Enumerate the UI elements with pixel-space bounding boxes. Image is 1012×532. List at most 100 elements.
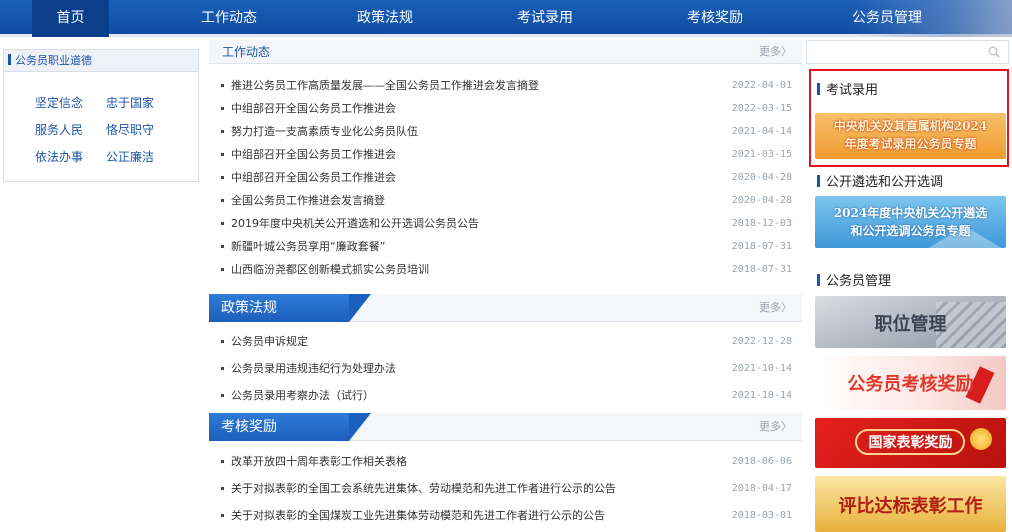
banner-text: 2024年度中央机关公开遴选 <box>833 206 988 220</box>
ethics-link[interactable]: 依法办事 <box>35 148 83 165</box>
policy-more-link[interactable]: 更多〉 <box>759 294 792 322</box>
bullet-icon <box>221 487 224 490</box>
ethics-link[interactable]: 恪尽职守 <box>106 121 154 138</box>
manage-section-label: 公务员管理 <box>826 274 892 289</box>
news-date: 2018-03-01 <box>731 510 792 521</box>
list-item[interactable]: 中组部召开全国公务员工作推进会 2021-03-15 <box>209 144 802 165</box>
news-title[interactable]: 关于对拟表彰的全国工会系统先进集体、劳动模范和先进工作者进行公示的公告 <box>231 478 616 499</box>
bullet-icon <box>221 199 224 202</box>
news-date: 2021-04-14 <box>731 126 792 137</box>
title-bar-marker <box>817 83 820 95</box>
exam-section-label: 考试录用 <box>826 83 879 98</box>
ethics-panel: 公务员职业道德 坚定信念 忠于国家 服务人民 恪尽职守 依法办事 公正廉洁 <box>3 49 199 182</box>
news-title[interactable]: 2019年度中央机关公开遴选和公开选调公务员公告 <box>231 213 479 234</box>
list-item[interactable]: 推进公务员工作高质量发展——全国公务员工作推进会发言摘登 2022-04-01 <box>209 75 802 96</box>
national-commendation-banner[interactable]: 国家表彰奖励 <box>815 418 1006 468</box>
bullet-icon <box>221 460 224 463</box>
banner-text: 公务员考核奖励 <box>847 374 974 395</box>
news-date: 2021-10-14 <box>731 363 792 374</box>
work-news-more-link[interactable]: 更多〉 <box>759 40 792 64</box>
banner-text: 职位管理 <box>874 314 947 335</box>
news-date: 2018-04-17 <box>731 483 792 494</box>
banner-text: 评比达标表彰工作 <box>838 496 983 517</box>
news-date: 2018-07-31 <box>731 264 792 275</box>
nav-item-home[interactable]: 首页 <box>32 0 109 37</box>
news-title[interactable]: 新疆叶城公务员享用“廉政套餐” <box>231 236 385 257</box>
news-title[interactable]: 公务员录用违规违纪行为处理办法 <box>231 358 396 379</box>
list-item[interactable]: 关于对拟表彰的全国煤炭工业先进集体劳动模范和先进工作者进行公示的公告 2018-0… <box>209 505 802 526</box>
nav-item-management[interactable]: 公务员管理 <box>832 0 942 37</box>
ethics-panel-header: 公务员职业道德 <box>4 50 198 72</box>
ethics-link[interactable]: 坚定信念 <box>35 94 83 111</box>
list-item[interactable]: 公务员录用考察办法（试行） 2021-10-14 <box>209 385 802 406</box>
nav-item-exam[interactable]: 考试录用 <box>500 0 590 37</box>
list-item[interactable]: 新疆叶城公务员享用“廉政套餐” 2018-07-31 <box>209 236 802 257</box>
bullet-icon <box>221 222 224 225</box>
news-title[interactable]: 中组部召开全国公务员工作推进会 <box>231 167 396 188</box>
title-bar-marker <box>817 175 820 187</box>
news-date: 2020-04-28 <box>731 172 792 183</box>
news-date: 2020-04-28 <box>731 195 792 206</box>
bullet-icon <box>221 153 224 156</box>
nav-item-work-news[interactable]: 工作动态 <box>184 0 274 37</box>
bullet-icon <box>221 268 224 271</box>
news-title[interactable]: 改革开放四十周年表彰工作相关表格 <box>231 451 407 472</box>
news-date: 2018-06-06 <box>731 456 792 467</box>
list-item[interactable]: 关于对拟表彰的全国工会系统先进集体、劳动模范和先进工作者进行公示的公告 2018-… <box>209 478 802 499</box>
list-item[interactable]: 2019年度中央机关公开遴选和公开选调公务员公告 2018-12-03 <box>209 213 802 234</box>
news-title[interactable]: 全国公务员工作推进会发言摘登 <box>231 190 385 211</box>
news-title[interactable]: 努力打造一支高素质专业化公务员队伍 <box>231 121 418 142</box>
news-title[interactable]: 中组部召开全国公务员工作推进会 <box>231 144 396 165</box>
news-title[interactable]: 山西临汾尧都区创新模式抓实公务员培训 <box>231 259 429 280</box>
list-item[interactable]: 公务员录用违规违纪行为处理办法 2021-10-14 <box>209 358 802 379</box>
select-section-label: 公开遴选和公开选调 <box>826 175 944 190</box>
news-date: 2022-03-15 <box>731 103 792 114</box>
ethics-link[interactable]: 公正廉洁 <box>106 148 154 165</box>
top-nav: 首页 工作动态 政策法规 考试录用 考核奖励 公务员管理 <box>0 0 1012 37</box>
list-item[interactable]: 改革开放四十周年表彰工作相关表格 2018-06-06 <box>209 451 802 472</box>
ethics-panel-title: 公务员职业道德 <box>15 54 92 67</box>
tab-slope-decoration <box>349 294 371 322</box>
list-item[interactable]: 中组部召开全国公务员工作推进会 2020-04-28 <box>209 167 802 188</box>
bullet-icon <box>221 84 224 87</box>
exam-2024-banner[interactable]: 中央机关及其直属机构2024 年度考试录用公务员专题 <box>815 113 1006 159</box>
news-title[interactable]: 关于对拟表彰的全国煤炭工业先进集体劳动模范和先进工作者进行公示的公告 <box>231 505 605 526</box>
list-item[interactable]: 山西临汾尧都区创新模式抓实公务员培训 2018-07-31 <box>209 259 802 280</box>
select-section-title: 公开遴选和公开选调 <box>817 171 943 190</box>
list-item[interactable]: 公务员申诉规定 2022-12-28 <box>209 331 802 352</box>
news-date: 2018-07-31 <box>731 241 792 252</box>
banner-text: 中央机关及其直属机构2024 <box>833 119 988 133</box>
work-news-header: 工作动态 更多〉 <box>209 40 802 64</box>
exam-section-title: 考试录用 <box>817 79 878 98</box>
rewards-more-link[interactable]: 更多〉 <box>759 413 792 441</box>
list-item[interactable]: 中组部召开全国公务员工作推进会 2022-03-15 <box>209 98 802 119</box>
news-date: 2021-03-15 <box>731 149 792 160</box>
news-title[interactable]: 公务员申诉规定 <box>231 331 308 352</box>
ethics-link[interactable]: 忠于国家 <box>106 94 154 111</box>
evaluation-commendation-banner[interactable]: 评比达标表彰工作 <box>815 476 1006 532</box>
nav-item-rewards[interactable]: 考核奖励 <box>670 0 760 37</box>
position-management-banner[interactable]: 职位管理 <box>815 296 1006 348</box>
bullet-icon <box>221 340 224 343</box>
manage-section-title: 公务员管理 <box>817 270 891 289</box>
bullet-icon <box>221 130 224 133</box>
list-item[interactable]: 全国公务员工作推进会发言摘登 2020-04-28 <box>209 190 802 211</box>
news-title[interactable]: 公务员录用考察办法（试行） <box>231 385 374 406</box>
news-title[interactable]: 推进公务员工作高质量发展——全国公务员工作推进会发言摘登 <box>231 75 539 96</box>
title-bar-marker <box>817 274 820 286</box>
news-date: 2022-04-01 <box>731 80 792 91</box>
selection-2024-banner[interactable]: 2024年度中央机关公开遴选 和公开选调公务员专题 <box>815 196 1006 248</box>
news-date: 2022-12-28 <box>731 336 792 347</box>
banner-text: 国家表彰奖励 <box>868 435 953 451</box>
assessment-reward-banner[interactable]: 公务员考核奖励 <box>815 356 1006 410</box>
nav-item-policy[interactable]: 政策法规 <box>340 0 430 37</box>
news-title[interactable]: 中组部召开全国公务员工作推进会 <box>231 98 396 119</box>
policy-title[interactable]: 政策法规 <box>221 294 277 322</box>
rewards-title[interactable]: 考核奖励 <box>221 413 277 441</box>
ethics-link[interactable]: 服务人民 <box>35 121 83 138</box>
list-item[interactable]: 努力打造一支高素质专业化公务员队伍 2021-04-14 <box>209 121 802 142</box>
banner-text: 年度考试录用公务员专题 <box>844 137 977 151</box>
search-input[interactable] <box>806 40 1009 64</box>
search-icon[interactable] <box>988 46 1000 58</box>
bullet-icon <box>221 245 224 248</box>
